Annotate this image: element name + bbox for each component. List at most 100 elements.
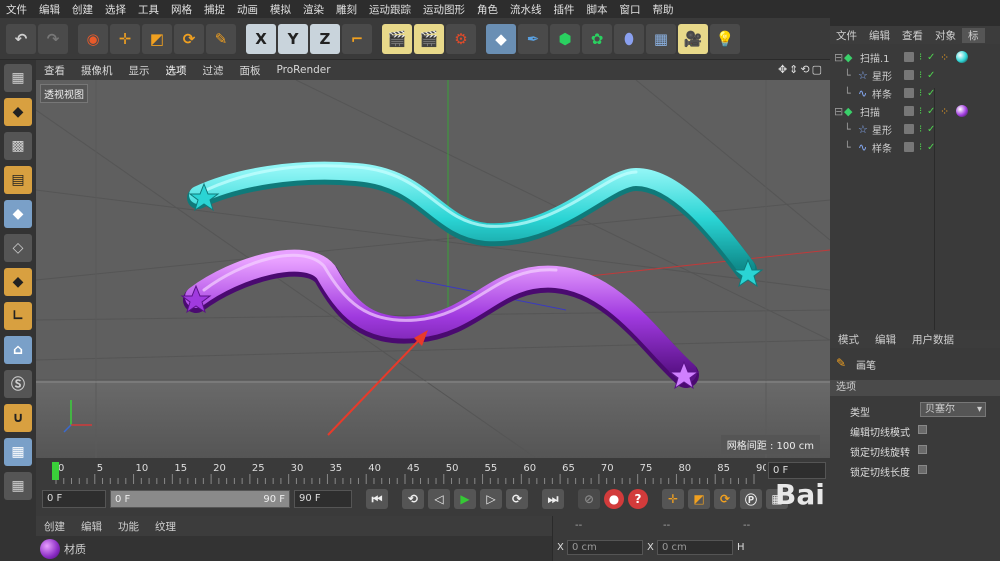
enabled-check-icon[interactable]: ✓ <box>927 70 935 81</box>
object-row[interactable]: └ ∿ 样条 ⁝ ✓ <box>830 84 1000 102</box>
material-preview-ball[interactable] <box>40 538 60 559</box>
brush-tool-icon[interactable]: ✎ <box>206 23 236 54</box>
keyframe-selection-icon[interactable]: ⊘ <box>578 489 600 509</box>
go-to-start-icon[interactable]: ⏮ <box>366 489 388 509</box>
make-editable-icon[interactable]: ▦ <box>4 64 32 92</box>
menu-item[interactable]: 雕刻 <box>330 2 363 17</box>
visibility-dots-icon[interactable]: ⁝ <box>919 88 922 99</box>
floor-icon[interactable]: ▦ <box>646 23 676 54</box>
phong-tag-icon[interactable]: ⁘ <box>940 105 949 118</box>
visibility-dots-icon[interactable]: ⁝ <box>919 124 922 135</box>
go-to-end-icon[interactable]: ⏭ <box>542 489 564 509</box>
next-frame-icon[interactable]: ▷ <box>480 489 502 509</box>
lock-tangent-length-checkbox[interactable] <box>918 465 927 474</box>
key-rotation-icon[interactable]: ⟳ <box>714 489 736 509</box>
workplane-icon[interactable]: ▤ <box>4 166 32 194</box>
menu-item[interactable]: 插件 <box>548 2 581 17</box>
menu-item[interactable]: 角色 <box>471 2 504 17</box>
obj-menu-objects[interactable]: 对象 <box>929 28 962 43</box>
layer-icon[interactable] <box>904 142 914 152</box>
attr-menu-edit[interactable]: 编辑 <box>867 332 904 347</box>
key-position-icon[interactable]: ✛ <box>662 489 684 509</box>
object-name[interactable]: 样条 <box>872 86 892 101</box>
collapse-icon[interactable]: ⊟ <box>834 51 843 64</box>
object-name[interactable]: 星形 <box>872 122 892 137</box>
object-row[interactable]: └ ☆ 星形 ⁝ ✓ <box>830 66 1000 84</box>
model-mode-icon[interactable]: ◆ <box>4 98 32 126</box>
vp-menu-panel[interactable]: 面板 <box>232 63 269 78</box>
scale-icon[interactable]: ◩ <box>142 23 172 54</box>
axis-mode-icon[interactable]: ∟ <box>4 302 32 330</box>
collapse-icon[interactable]: ⊟ <box>834 105 843 118</box>
obj-menu-view[interactable]: 查看 <box>896 28 929 43</box>
lock-tangent-rotation-checkbox[interactable] <box>918 445 927 454</box>
layer-icon[interactable] <box>904 52 914 62</box>
menu-item[interactable]: 选择 <box>99 2 132 17</box>
max-frame-field[interactable]: 90 F <box>294 490 352 508</box>
record-keyframe-icon[interactable]: ● <box>604 489 624 509</box>
visibility-dots-icon[interactable]: ⁝ <box>919 52 922 63</box>
menu-item[interactable]: 流水线 <box>504 2 548 17</box>
vp-menu-filter[interactable]: 过滤 <box>195 63 232 78</box>
key-parameter-icon[interactable]: Ⓟ <box>740 489 762 509</box>
planar-workplane-icon[interactable]: ▦ <box>4 472 32 500</box>
lock-workplane-icon[interactable]: ▦ <box>4 438 32 466</box>
play-icon[interactable]: ▶ <box>454 489 476 509</box>
x-axis-button[interactable]: X <box>246 23 276 54</box>
layer-icon[interactable] <box>904 106 914 116</box>
perspective-viewport[interactable]: 透视视图 网格间距 : 100 cm <box>36 80 830 458</box>
z-axis-button[interactable]: Z <box>310 23 340 54</box>
vp-menu-options[interactable]: 选项 <box>158 63 195 78</box>
menu-item[interactable]: 运动跟踪 <box>363 2 417 17</box>
texture-mode-icon[interactable]: ▩ <box>4 132 32 160</box>
previous-key-icon[interactable]: ⟲ <box>402 489 424 509</box>
polygons-mode-icon[interactable]: ◆ <box>4 268 32 296</box>
material-tag-icon[interactable] <box>956 51 968 63</box>
undo-icon[interactable]: ↶ <box>6 23 36 54</box>
render-view-icon[interactable]: 🎬 <box>382 23 412 54</box>
vp-menu-prorender[interactable]: ProRender <box>269 64 339 76</box>
timeline-ruler[interactable]: 0 5 10 15 20 25 30 35 40 45 50 55 60 65 70 75 80 85 90 <box>36 458 766 484</box>
menu-item[interactable]: 窗口 <box>614 2 647 17</box>
coord-x-field[interactable]: 0 cm <box>567 540 643 555</box>
layer-icon[interactable] <box>904 88 914 98</box>
obj-menu-tags[interactable]: 标 <box>962 27 985 43</box>
viewport-navigation-icons[interactable]: ✥⇕⟲▢ <box>778 63 824 76</box>
object-row[interactable]: ⊟ ◆ 扫描 ⁝ ✓ ⁘ <box>830 102 1000 120</box>
preview-range-slider[interactable]: 0 F 90 F <box>110 490 290 508</box>
render-picture-viewer-icon[interactable]: 🎬 <box>414 23 444 54</box>
redo-icon[interactable]: ↷ <box>38 23 68 54</box>
snap-icon[interactable]: Ⓢ <box>4 370 32 398</box>
object-name[interactable]: 扫描.1 <box>860 50 890 65</box>
vp-menu-camera[interactable]: 摄像机 <box>73 63 121 78</box>
deformer-icon[interactable]: ⬮ <box>614 23 644 54</box>
type-dropdown[interactable]: 贝塞尔 ▾ <box>920 402 986 417</box>
menu-item[interactable]: 文件 <box>0 2 33 17</box>
obj-menu-file[interactable]: 文件 <box>830 28 863 43</box>
cube-primitive-icon[interactable]: ◆ <box>486 23 516 54</box>
live-selection-icon[interactable]: ◉ <box>78 23 108 54</box>
menu-item[interactable]: 动画 <box>231 2 264 17</box>
light-icon[interactable]: 💡 <box>710 23 740 54</box>
enabled-check-icon[interactable]: ✓ <box>927 52 935 63</box>
playhead-marker[interactable] <box>52 462 59 480</box>
obj-menu-edit[interactable]: 编辑 <box>863 28 896 43</box>
object-row[interactable]: └ ☆ 星形 ⁝ ✓ <box>830 120 1000 138</box>
visibility-dots-icon[interactable]: ⁝ <box>919 142 922 153</box>
menu-item[interactable]: 编辑 <box>33 2 66 17</box>
coord-size-x-field[interactable]: 0 cm <box>657 540 733 555</box>
visibility-dots-icon[interactable]: ⁝ <box>919 106 922 117</box>
previous-frame-icon[interactable]: ◁ <box>428 489 450 509</box>
attr-menu-userdata[interactable]: 用户数据 <box>904 332 962 347</box>
timeline-frame-field[interactable]: 0 F <box>768 462 826 479</box>
menu-item[interactable]: 网格 <box>165 2 198 17</box>
object-row[interactable]: └ ∿ 样条 ⁝ ✓ <box>830 138 1000 156</box>
mat-menu-edit[interactable]: 编辑 <box>73 519 110 534</box>
render-settings-icon[interactable]: ⚙ <box>446 23 476 54</box>
mat-menu-create[interactable]: 创建 <box>36 519 73 534</box>
key-scale-icon[interactable]: ◩ <box>688 489 710 509</box>
magnet-icon[interactable]: ∪ <box>4 404 32 432</box>
vp-menu-view[interactable]: 查看 <box>36 63 73 78</box>
layer-icon[interactable] <box>904 70 914 80</box>
y-axis-button[interactable]: Y <box>278 23 308 54</box>
